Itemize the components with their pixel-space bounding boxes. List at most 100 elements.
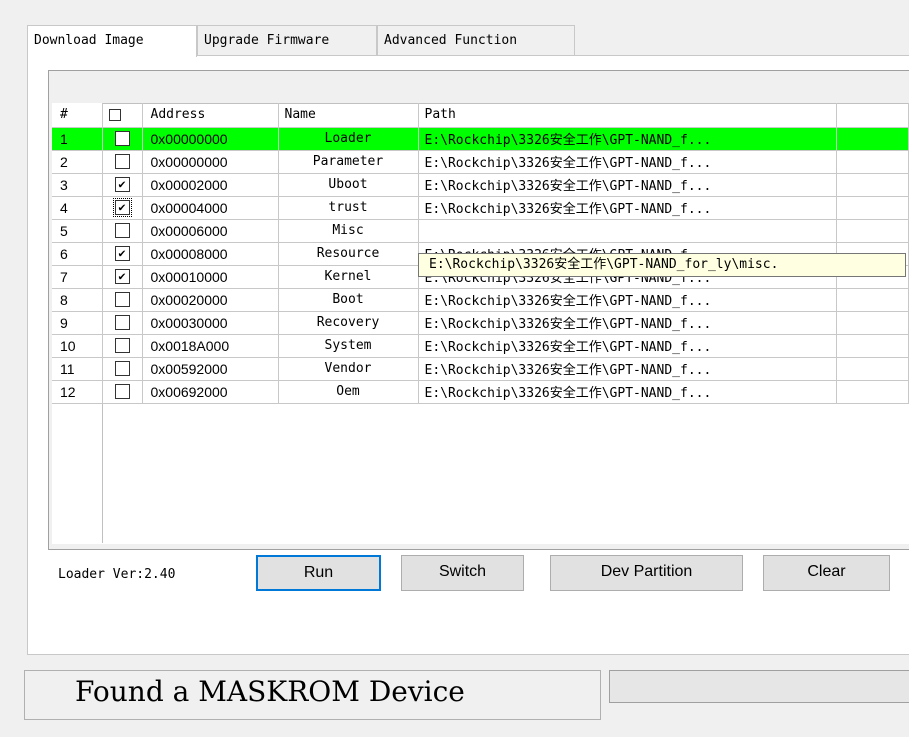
row-checkbox-cell: ✔ bbox=[102, 265, 143, 289]
row-name[interactable]: System bbox=[278, 334, 419, 358]
table-row[interactable]: 2 0x00000000 Parameter E:\Rockchip\3326安全工作… bbox=[52, 150, 909, 174]
row-path[interactable]: E:\Rockchip\3326安全工作\GPT-NAND_f... bbox=[418, 334, 837, 358]
header-extra bbox=[836, 103, 909, 128]
row-path[interactable]: E:\Rockchip\3326安全工作\GPT-NAND_f... bbox=[418, 127, 837, 151]
row-path[interactable]: E:\Rockchip\3326安全工作\GPT-NAND_f... bbox=[418, 196, 837, 220]
row-address[interactable]: 0x00000000 bbox=[142, 150, 279, 174]
row-checkbox-cell bbox=[102, 219, 143, 243]
row-path[interactable]: E:\Rockchip\3326安全工作\GPT-NAND_f... bbox=[418, 380, 837, 404]
table-row[interactable]: 5 0x00006000 Misc bbox=[52, 219, 909, 243]
header-index[interactable]: # bbox=[52, 103, 103, 128]
row-checkbox-cell: ✔ bbox=[102, 196, 143, 220]
switch-button[interactable]: Switch bbox=[401, 555, 524, 591]
row-address[interactable]: 0x0018A000 bbox=[142, 334, 279, 358]
row-name[interactable]: Boot bbox=[278, 288, 419, 312]
row-address[interactable]: 0x00008000 bbox=[142, 242, 279, 266]
header-checkbox[interactable] bbox=[102, 103, 143, 128]
row-index: 4 bbox=[52, 196, 103, 220]
row-index: 3 bbox=[52, 173, 103, 197]
row-name[interactable]: Uboot bbox=[278, 173, 419, 197]
row-checkbox[interactable] bbox=[114, 131, 130, 146]
row-extra bbox=[836, 127, 909, 151]
row-checkbox-cell bbox=[102, 150, 143, 174]
row-address[interactable]: 0x00030000 bbox=[142, 311, 279, 335]
row-index: 5 bbox=[52, 219, 103, 243]
row-path[interactable]: E:\Rockchip\3326安全工作\GPT-NAND_f... bbox=[418, 311, 837, 335]
table-header-row: # Address Name Path bbox=[52, 103, 909, 128]
row-path[interactable]: E:\Rockchip\3326安全工作\GPT-NAND_f... bbox=[418, 357, 837, 381]
row-address[interactable]: 0x00004000 bbox=[142, 196, 279, 220]
row-extra bbox=[836, 334, 909, 358]
header-address[interactable]: Address bbox=[142, 103, 279, 128]
row-checkbox-cell bbox=[102, 357, 143, 381]
row-path[interactable]: E:\Rockchip\3326安全工作\GPT-NAND_f... bbox=[418, 173, 837, 197]
table-row[interactable]: 3 ✔ 0x00002000 Uboot E:\Rockchip\3326安全工作\GP… bbox=[52, 173, 909, 197]
row-extra bbox=[836, 219, 909, 243]
row-checkbox-cell bbox=[102, 127, 143, 151]
table-row[interactable]: 4 ✔ 0x00004000 trust E:\Rockchip\3326安全工作\GP… bbox=[52, 196, 909, 220]
table-row[interactable]: 10 0x0018A000 System E:\Rockchip\3326安全工作\G… bbox=[52, 334, 909, 358]
select-all-checkbox[interactable] bbox=[108, 108, 121, 121]
tab-upgrade-firmware[interactable]: Upgrade Firmware bbox=[197, 25, 377, 55]
row-checkbox[interactable] bbox=[114, 361, 130, 376]
status-message: Found a MASKROM Device bbox=[75, 675, 465, 708]
table-row[interactable]: 11 0x00592000 Vendor E:\Rockchip\3326安全工作\G… bbox=[52, 357, 909, 381]
dev-partition-button[interactable]: Dev Partition bbox=[550, 555, 743, 591]
row-checkbox-cell bbox=[102, 380, 143, 404]
row-index: 7 bbox=[52, 265, 103, 289]
table-row[interactable]: 9 0x00030000 Recovery E:\Rockchip\3326安全工作\… bbox=[52, 311, 909, 335]
tab-download-image[interactable]: Download Image bbox=[27, 25, 197, 57]
row-name[interactable]: Vendor bbox=[278, 357, 419, 381]
clear-button[interactable]: Clear bbox=[763, 555, 890, 591]
tab-advanced-function[interactable]: Advanced Function bbox=[377, 25, 575, 55]
row-checkbox[interactable] bbox=[114, 384, 130, 399]
row-extra bbox=[836, 196, 909, 220]
row-address[interactable]: 0x00000000 bbox=[142, 127, 279, 151]
header-path[interactable]: Path bbox=[418, 103, 837, 128]
checkmark-icon: ✔ bbox=[118, 269, 126, 283]
table-row[interactable]: 1 0x00000000 Loader E:\Rockchip\3326安全工作\GP… bbox=[52, 127, 909, 151]
row-checkbox[interactable]: ✔ bbox=[112, 198, 132, 217]
row-checkbox[interactable]: ✔ bbox=[114, 246, 130, 261]
row-name[interactable]: Recovery bbox=[278, 311, 419, 335]
row-checkbox[interactable] bbox=[114, 338, 130, 353]
row-address[interactable]: 0x00692000 bbox=[142, 380, 279, 404]
row-path[interactable]: E:\Rockchip\3326安全工作\GPT-NAND_f... bbox=[418, 150, 837, 174]
row-address[interactable]: 0x00020000 bbox=[142, 288, 279, 312]
row-checkbox[interactable]: ✔ bbox=[114, 177, 130, 192]
row-path[interactable]: E:\Rockchip\3326安全工作\GPT-NAND_f... bbox=[418, 288, 837, 312]
row-index: 6 bbox=[52, 242, 103, 266]
row-address[interactable]: 0x00010000 bbox=[142, 265, 279, 289]
row-extra bbox=[836, 173, 909, 197]
row-path[interactable] bbox=[418, 219, 837, 243]
row-address[interactable]: 0x00006000 bbox=[142, 219, 279, 243]
loader-version: Loader Ver:2.40 bbox=[58, 567, 176, 582]
row-name[interactable]: trust bbox=[278, 196, 419, 220]
row-name[interactable]: Parameter bbox=[278, 150, 419, 174]
row-name[interactable]: Kernel bbox=[278, 265, 419, 289]
row-extra bbox=[836, 311, 909, 335]
table-row[interactable]: 12 0x00692000 Oem E:\Rockchip\3326安全工作\GPT-… bbox=[52, 380, 909, 404]
row-checkbox-cell: ✔ bbox=[102, 173, 143, 197]
row-checkbox[interactable]: ✔ bbox=[114, 269, 130, 284]
row-checkbox-cell bbox=[102, 288, 143, 312]
header-name[interactable]: Name bbox=[278, 103, 419, 128]
row-checkbox[interactable] bbox=[114, 292, 130, 307]
row-checkbox-cell bbox=[102, 334, 143, 358]
row-address[interactable]: 0x00592000 bbox=[142, 357, 279, 381]
row-checkbox[interactable] bbox=[114, 223, 130, 238]
row-index: 8 bbox=[52, 288, 103, 312]
row-address[interactable]: 0x00002000 bbox=[142, 173, 279, 197]
row-name[interactable]: Loader bbox=[278, 127, 419, 151]
status-panel: Found a MASKROM Device bbox=[24, 670, 601, 720]
row-index: 10 bbox=[52, 334, 103, 358]
row-name[interactable]: Oem bbox=[278, 380, 419, 404]
row-name[interactable]: Misc bbox=[278, 219, 419, 243]
run-button[interactable]: Run bbox=[256, 555, 381, 591]
row-checkbox[interactable] bbox=[114, 315, 130, 330]
row-checkbox[interactable] bbox=[114, 154, 130, 169]
table-row[interactable]: 8 0x00020000 Boot E:\Rockchip\3326安全工作\GPT-… bbox=[52, 288, 909, 312]
row-name[interactable]: Resource bbox=[278, 242, 419, 266]
checkmark-icon: ✔ bbox=[118, 246, 126, 260]
path-tooltip: E:\Rockchip\3326安全工作\GPT-NAND_for_ly\mis… bbox=[418, 253, 906, 277]
